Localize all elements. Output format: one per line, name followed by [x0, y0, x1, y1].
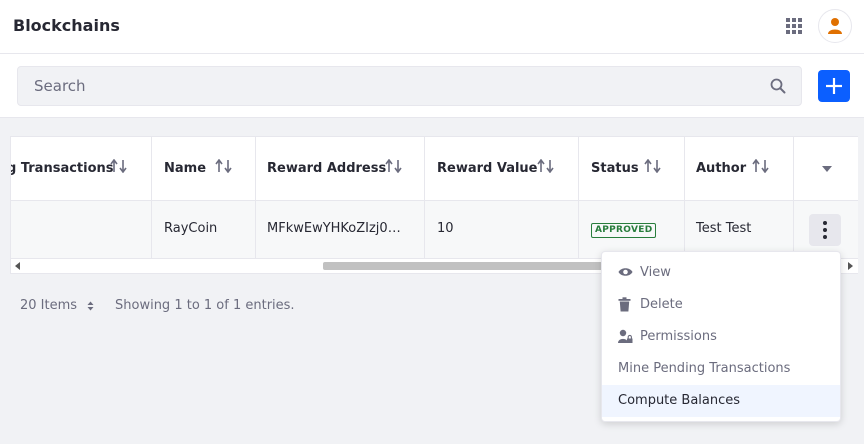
column-reward-address[interactable]: Reward Address [256, 137, 425, 200]
search-box [17, 66, 802, 106]
cell-name: RayCoin [152, 201, 256, 258]
menu-item-mine-pending-transactions[interactable]: Mine Pending Transactions [602, 353, 840, 385]
cell-text: 10 [437, 221, 454, 236]
status-badge: APPROVED [591, 223, 657, 238]
pagination-results: Showing 1 to 1 of 1 entries. [115, 298, 295, 313]
column-name[interactable]: Name [152, 137, 256, 200]
column-label: Author [696, 161, 747, 176]
management-bar [0, 54, 864, 118]
sort-icon[interactable] [110, 159, 128, 173]
sort-icon[interactable] [752, 159, 770, 173]
column-status[interactable]: Status [579, 137, 685, 200]
grid-icon[interactable] [786, 18, 802, 34]
top-bar: Blockchains [0, 0, 864, 54]
column-label: Reward Address [267, 161, 387, 176]
column-reward-value[interactable]: Reward Value [425, 137, 579, 200]
trash-icon [618, 297, 631, 312]
cell-text: RayCoin [164, 221, 218, 236]
menu-item-label: Delete [640, 297, 683, 312]
column-label: Reward Value [437, 161, 538, 176]
plus-icon [826, 78, 842, 94]
menu-item-label: Compute Balances [618, 393, 741, 408]
table-header: g Transactions Name Reward Address Rewar… [11, 137, 858, 201]
sort-icon[interactable] [537, 159, 555, 173]
row-actions-button[interactable] [809, 214, 841, 246]
column-label: Name [164, 161, 207, 176]
cell-status: APPROVED [579, 201, 685, 258]
scroll-right-icon[interactable] [848, 262, 853, 270]
items-per-page-select[interactable]: 20 Items [20, 298, 94, 313]
menu-item-compute-balances[interactable]: Compute Balances [602, 385, 840, 417]
search-input[interactable] [18, 67, 758, 105]
column-pending-transactions[interactable]: g Transactions [11, 137, 152, 200]
chevron-down-icon[interactable] [821, 165, 833, 173]
cell-reward-value: 10 [425, 201, 579, 258]
cell-pending-transactions [11, 201, 152, 258]
cell-reward-address: MFkwEwYHKoZIzj0… [256, 201, 425, 258]
scroll-left-icon[interactable] [15, 262, 20, 270]
page-title: Blockchains [13, 16, 120, 35]
menu-item-permissions[interactable]: Permissions [602, 321, 840, 353]
menu-item-delete[interactable]: Delete [602, 289, 840, 321]
user-avatar[interactable] [818, 9, 852, 43]
sort-icon[interactable] [215, 159, 233, 173]
scrollbar-thumb[interactable] [323, 262, 623, 270]
column-label: Status [591, 161, 639, 176]
menu-item-label: Mine Pending Transactions [618, 361, 791, 376]
column-author[interactable]: Author [685, 137, 794, 200]
cell-author: Test Test [685, 201, 794, 258]
menu-item-label: Permissions [640, 329, 717, 344]
row-actions-menu: View Delete Permissions Mine Pending Tra… [601, 251, 841, 422]
eye-icon [618, 268, 633, 276]
sort-caret-icon [87, 301, 94, 310]
menu-item-label: View [640, 265, 671, 280]
add-button[interactable] [818, 70, 850, 102]
permissions-icon [618, 329, 633, 343]
cell-text: MFkwEwYHKoZIzj0… [267, 221, 401, 236]
menu-item-view[interactable]: View [602, 257, 840, 289]
sort-icon[interactable] [644, 159, 662, 173]
user-icon [828, 18, 842, 34]
cell-text: Test Test [696, 221, 752, 236]
column-label: g Transactions [10, 161, 114, 176]
search-icon[interactable] [770, 78, 786, 94]
sort-icon[interactable] [385, 159, 403, 173]
items-per-page-label: 20 Items [20, 298, 78, 313]
